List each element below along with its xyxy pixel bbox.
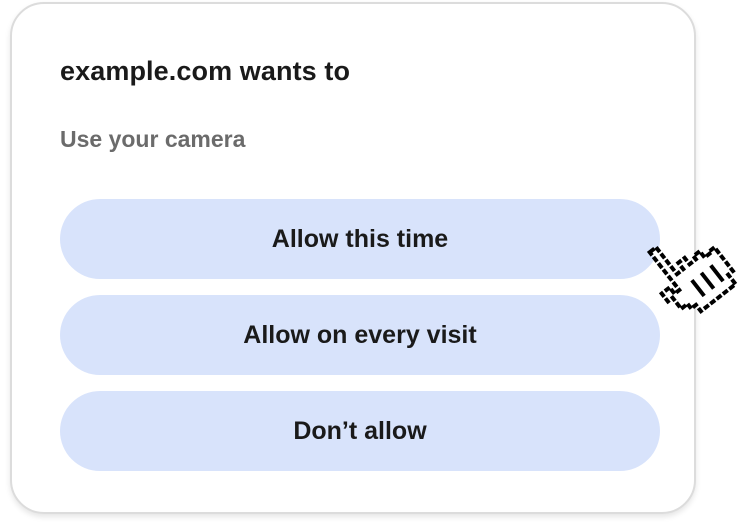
allow-this-time-button[interactable]: Allow this time: [60, 199, 660, 279]
allow-on-every-visit-button[interactable]: Allow on every visit: [60, 295, 660, 375]
dialog-title: example.com wants to: [60, 56, 351, 86]
screen: example.com wants to Use your camera All…: [0, 0, 751, 526]
pointing-hand-cursor-icon: [646, 244, 739, 315]
dont-allow-button[interactable]: Don’t allow: [60, 391, 660, 471]
permission-dialog: example.com wants to Use your camera All…: [10, 2, 696, 514]
permission-description: Use your camera: [60, 126, 246, 152]
